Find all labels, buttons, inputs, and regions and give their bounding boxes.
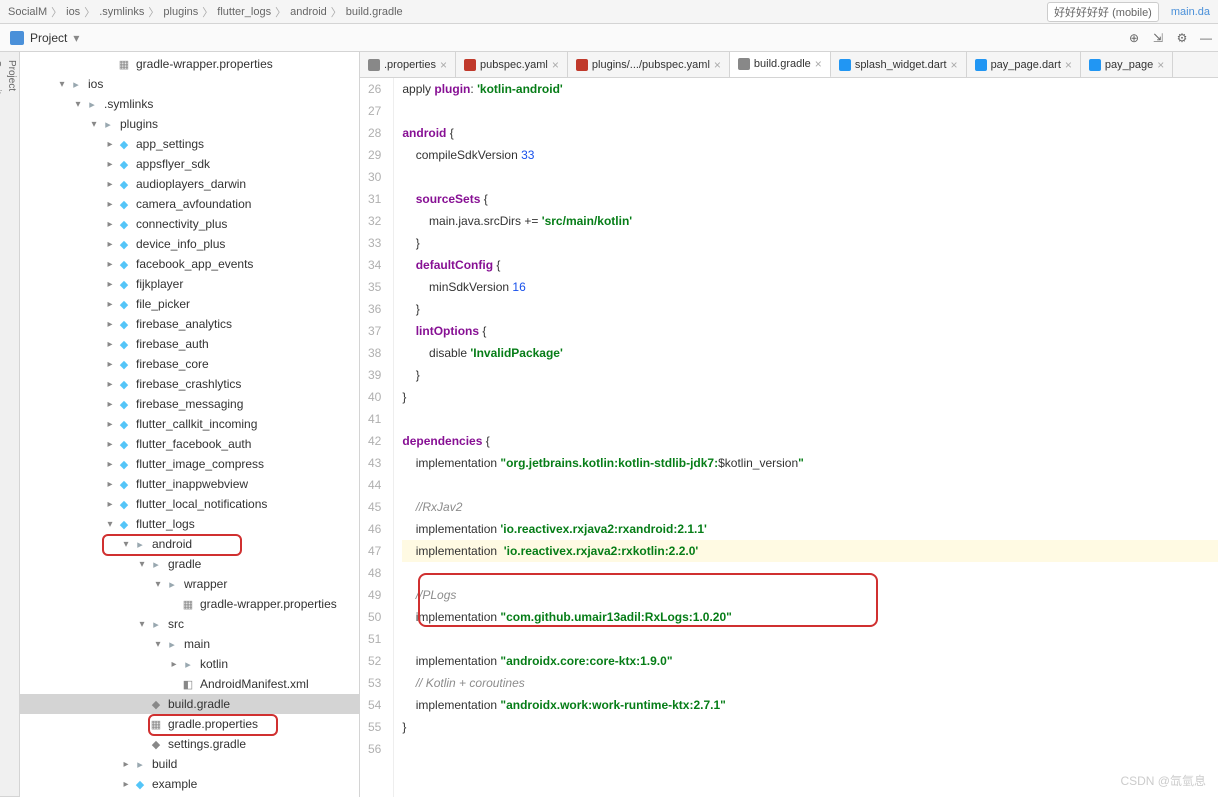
tree-item[interactable]: ▸◆flutter_facebook_auth (20, 434, 359, 454)
tree-item[interactable]: ▸◆firebase_auth (20, 334, 359, 354)
code-line[interactable] (402, 628, 1218, 650)
tree-item[interactable]: ▾▸src (20, 614, 359, 634)
code-line[interactable] (402, 100, 1218, 122)
tree-flutter-logs[interactable]: ▾◆flutter_logs (20, 514, 359, 534)
tree-item[interactable]: ▸◆flutter_inappwebview (20, 474, 359, 494)
tab--properties[interactable]: .properties× (360, 52, 456, 77)
tree-item[interactable]: ▸◆connectivity_plus (20, 214, 359, 234)
close-icon[interactable]: × (552, 58, 559, 72)
tree-item[interactable]: ▸◆device_info_plus (20, 234, 359, 254)
code-line[interactable]: implementation "androidx.core:core-ktx:1… (402, 650, 1218, 672)
close-icon[interactable]: × (815, 57, 822, 71)
tree-item[interactable]: ▦gradle.properties (20, 714, 359, 734)
tree-item[interactable]: ▾▸plugins (20, 114, 359, 134)
tree-item[interactable]: ▸◆example (20, 774, 359, 794)
tree-item[interactable]: ▸◆firebase_analytics (20, 314, 359, 334)
tree-item[interactable]: ◧AndroidManifest.xml (20, 674, 359, 694)
device-selector[interactable]: 好好好好好 (mobile) (1047, 2, 1159, 22)
tree-item[interactable]: ▸◆firebase_crashlytics (20, 374, 359, 394)
code-line[interactable]: implementation "androidx.work:work-runti… (402, 694, 1218, 716)
code-line[interactable]: } (402, 716, 1218, 738)
editor-tabs[interactable]: .properties×pubspec.yaml×plugins/.../pub… (360, 52, 1218, 78)
tree-item[interactable]: ▾▸android (20, 534, 359, 554)
project-tree[interactable]: ▦gradle-wrapper.properties▾▸ios▾▸.symlin… (20, 52, 360, 797)
code-line[interactable]: } (402, 364, 1218, 386)
code-line[interactable]: defaultConfig { (402, 254, 1218, 276)
code-line[interactable]: //PLogs (402, 584, 1218, 606)
expand-icon[interactable]: ⇲ (1146, 26, 1170, 50)
settings-icon[interactable]: ⚙ (1170, 26, 1194, 50)
tree-item[interactable]: ▸◆file_picker (20, 294, 359, 314)
code-line[interactable]: main.java.srcDirs += 'src/main/kotlin' (402, 210, 1218, 232)
close-icon[interactable]: × (951, 58, 958, 72)
tab-splash-widget-dart[interactable]: splash_widget.dart× (831, 52, 967, 77)
tree-item[interactable]: ▾▸wrapper (20, 574, 359, 594)
code-line[interactable]: implementation "org.jetbrains.kotlin:kot… (402, 452, 1218, 474)
code-line[interactable]: implementation 'io.reactivex.rxjava2:rxa… (402, 518, 1218, 540)
tree-item[interactable]: ▸◆flutter_local_notifications (20, 494, 359, 514)
code-line[interactable]: compileSdkVersion 33 (402, 144, 1218, 166)
tree-item[interactable]: ▸◆flutter_callkit_incoming (20, 414, 359, 434)
tree-item[interactable]: ▸◆firebase_messaging (20, 394, 359, 414)
watermark: CSDN @氙氫息 (1120, 772, 1206, 789)
tab-build-gradle[interactable]: build.gradle× (730, 52, 831, 78)
code-line[interactable]: apply plugin: 'kotlin-android' (402, 78, 1218, 100)
tree-item[interactable]: ▾▸main (20, 634, 359, 654)
project-tab[interactable]: Project (4, 52, 19, 797)
run-config[interactable]: main.da (1171, 6, 1210, 18)
tree-item[interactable]: ▸▸kotlin (20, 654, 359, 674)
close-icon[interactable]: × (1157, 58, 1164, 72)
code-line[interactable]: // Kotlin + coroutines (402, 672, 1218, 694)
tree-item[interactable]: ◆settings.gradle (20, 734, 359, 754)
tab-pubspec-yaml[interactable]: pubspec.yaml× (456, 52, 568, 77)
code-line[interactable] (402, 738, 1218, 760)
tab-plugins-pubspec-yaml[interactable]: plugins/.../pubspec.yaml× (568, 52, 730, 77)
tree-item[interactable]: ▾▸.symlinks (20, 94, 359, 114)
code-line[interactable]: minSdkVersion 16 (402, 276, 1218, 298)
tree-item[interactable]: ▸◆flutter_image_compress (20, 454, 359, 474)
tree-item[interactable]: ▸◆camera_avfoundation (20, 194, 359, 214)
code-line[interactable]: implementation "com.github.umair13adil:R… (402, 606, 1218, 628)
hide-icon[interactable]: — (1194, 26, 1218, 50)
code-line[interactable]: sourceSets { (402, 188, 1218, 210)
code-editor[interactable]: 2627282930313233343536373839404142434445… (360, 78, 1218, 797)
tab-pay-page[interactable]: pay_page× (1081, 52, 1173, 77)
code-line[interactable] (402, 166, 1218, 188)
tree-item[interactable]: ▦gradle-wrapper.properties (20, 594, 359, 614)
code-line[interactable] (402, 474, 1218, 496)
locate-icon[interactable]: ⊕ (1122, 26, 1146, 50)
tree-item[interactable]: ▾▸ios (20, 74, 359, 94)
close-icon[interactable]: × (1065, 58, 1072, 72)
breadcrumb: SocialM〉 ios〉 .symlinks〉 plugins〉 flutte… (0, 0, 1218, 24)
project-tool-label[interactable]: Project▾ (0, 31, 89, 45)
tree-item[interactable]: ▦gradle-wrapper.properties (20, 54, 359, 74)
code-line[interactable]: dependencies { (402, 430, 1218, 452)
tree-item[interactable]: ▸◆app_settings (20, 134, 359, 154)
left-tool-strip[interactable]: Project Commit Resource Manager (0, 52, 20, 797)
code-line[interactable]: //RxJav2 (402, 496, 1218, 518)
code-line[interactable]: } (402, 298, 1218, 320)
code-line[interactable]: lintOptions { (402, 320, 1218, 342)
tree-item[interactable]: ▸◆audioplayers_darwin (20, 174, 359, 194)
tree-item[interactable]: ▾▸gradle (20, 554, 359, 574)
tree-build-gradle[interactable]: ◆build.gradle (20, 694, 359, 714)
tab-pay-page-dart[interactable]: pay_page.dart× (967, 52, 1081, 77)
commit-tab[interactable]: Commit (0, 52, 4, 797)
close-icon[interactable]: × (714, 58, 721, 72)
tree-item[interactable]: ▸◆firebase_core (20, 354, 359, 374)
code-line[interactable]: } (402, 386, 1218, 408)
code-line[interactable]: android { (402, 122, 1218, 144)
code-line[interactable]: } (402, 232, 1218, 254)
tree-item[interactable]: ▸◆facebook_app_events (20, 254, 359, 274)
code-line[interactable]: implementation 'io.reactivex.rxjava2:rxk… (402, 540, 1218, 562)
code-line[interactable] (402, 562, 1218, 584)
close-icon[interactable]: × (440, 58, 447, 72)
tree-item[interactable]: ▸▸build (20, 754, 359, 774)
code-line[interactable] (402, 408, 1218, 430)
tree-item[interactable]: ▸◆fijkplayer (20, 274, 359, 294)
tree-item[interactable]: ▸◆appsflyer_sdk (20, 154, 359, 174)
code-line[interactable]: disable 'InvalidPackage' (402, 342, 1218, 364)
